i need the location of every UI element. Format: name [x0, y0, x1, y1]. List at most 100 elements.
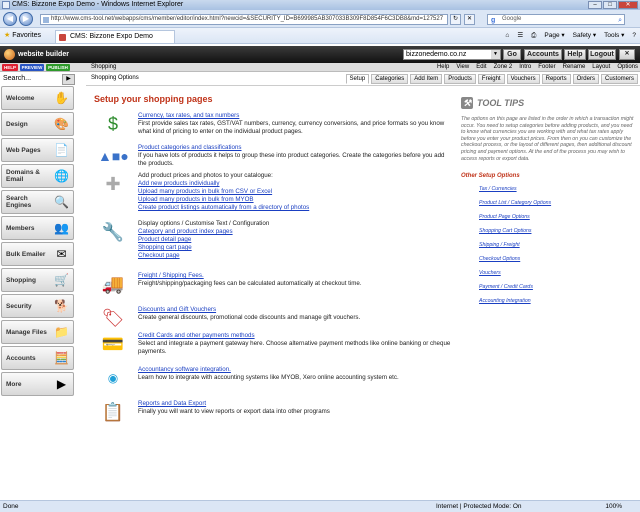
url-field[interactable]: http://www.cms-tool.net/webapps/cms/memb… — [40, 14, 448, 25]
tools-menu[interactable]: Tools ▾ — [604, 31, 624, 41]
credit-card-icon: 💳 — [101, 334, 125, 354]
sidebar-item-web-pages[interactable]: Web Pages 📄 — [1, 138, 74, 162]
browser-tab[interactable]: CMS: Bizzone Expo Demo — [55, 30, 175, 43]
tab-orders[interactable]: Orders — [572, 74, 599, 84]
close-icon[interactable]: ✕ — [618, 1, 638, 9]
sidebar-item-label: Accounts — [6, 354, 36, 362]
sidebar-item-security[interactable]: Security 🐕 — [1, 294, 74, 318]
sidebar-item-manage-files[interactable]: Manage Files 📁 — [1, 320, 74, 344]
add-products-link[interactable]: Add new products individually — [138, 180, 454, 188]
freight-link[interactable]: Freight / Shipping Fees. — [138, 272, 454, 280]
menu-zone2[interactable]: Zone 2 — [494, 63, 513, 72]
tab-setup[interactable]: Setup — [345, 74, 370, 84]
sidebar-item-shopping[interactable]: Shopping 🛒 — [1, 268, 74, 292]
sidebar-item-more[interactable]: More ▶ — [1, 372, 74, 396]
detail-page-link[interactable]: Product detail page — [138, 236, 454, 244]
sidebar-item-label: Manage Files — [6, 328, 47, 336]
menu-help[interactable]: Help — [437, 63, 449, 72]
checkout-page-link[interactable]: Checkout page — [138, 252, 454, 260]
feeds-icon[interactable]: ☰ — [517, 31, 523, 41]
tab-vouchers[interactable]: Vouchers — [506, 74, 540, 84]
option-link-tax[interactable]: Tax / Currencies — [479, 185, 629, 199]
ie-toolbar: ⌂ ☰ ⎙ Page ▾ Safety ▾ Tools ▾ ? — [505, 31, 636, 41]
menu-intro[interactable]: Intro — [519, 63, 531, 72]
option-link-payment[interactable]: Payment / Credit Cards — [479, 283, 629, 297]
option-link-accounting[interactable]: Accounting Integration — [479, 297, 629, 311]
categories-text: If you have lots of products it helps to… — [138, 152, 445, 167]
accounting-link[interactable]: Accountancy software integration. — [138, 366, 454, 374]
chevron-down-icon: ▼ — [491, 50, 500, 59]
sidebar-item-bulk-emailer[interactable]: Bulk Emailer ✉ — [1, 242, 74, 266]
minimize-icon[interactable]: – — [588, 1, 602, 9]
menu-view[interactable]: View — [456, 63, 469, 72]
option-link-shipping[interactable]: Shipping / Freight — [479, 241, 629, 255]
favorites-button[interactable]: ★ Favorites — [4, 31, 41, 41]
tab-reports[interactable]: Reports — [541, 74, 571, 84]
accounts-button[interactable]: Accounts — [524, 49, 562, 60]
sidebar-item-search-engines[interactable]: Search Engines 🔍 — [1, 190, 74, 214]
photo-listings-link[interactable]: Create product listings automatically fr… — [138, 204, 454, 212]
publish-mode-button[interactable]: PUBLISH — [46, 64, 70, 71]
go-button[interactable]: Go — [503, 49, 521, 60]
currency-link[interactable]: Currency, tax rates, and tax numbers — [138, 112, 454, 120]
discounts-text: Create general discounts, promotional co… — [138, 314, 361, 321]
cart-page-link[interactable]: Shopping cart page — [138, 244, 454, 252]
app-header: website builder bizzonedemo.co.nz ▼ Go A… — [0, 46, 640, 63]
stop-icon[interactable]: ✕ — [464, 14, 475, 25]
tab-categories[interactable]: Categories — [371, 74, 409, 84]
sidebar-search-input[interactable]: Search... — [3, 75, 31, 82]
search-go-icon[interactable]: ▶ — [62, 74, 75, 85]
print-icon[interactable]: ⎙ — [531, 31, 536, 41]
upload-csv-link[interactable]: Upload many products in bulk from CSV or… — [138, 188, 454, 196]
menu-edit[interactable]: Edit — [476, 63, 486, 72]
refresh-icon[interactable]: ↻ — [450, 14, 461, 25]
tab-add-item[interactable]: Add Item — [410, 74, 443, 84]
maximize-icon[interactable]: □ — [603, 1, 617, 9]
tab-customers[interactable]: Customers — [600, 74, 638, 84]
categories-link[interactable]: Product categories and classifications — [138, 144, 454, 152]
option-link-product-page[interactable]: Product Page Options — [479, 213, 629, 227]
safety-menu[interactable]: Safety ▾ — [573, 31, 597, 41]
discounts-link[interactable]: Discounts and Gift Vouchers — [138, 306, 454, 314]
preview-mode-button[interactable]: PREVIEW — [20, 64, 44, 71]
page-menu[interactable]: Page ▾ — [544, 31, 564, 41]
option-link-checkout[interactable]: Checkout Options — [479, 255, 629, 269]
calculator-icon: 🧮 — [54, 351, 69, 365]
upload-myob-link[interactable]: Upload many products in bulk from MYOB — [138, 196, 454, 204]
reports-link[interactable]: Reports and Data Export — [138, 400, 454, 408]
domain-select[interactable]: bizzonedemo.co.nz ▼ — [403, 49, 501, 60]
tab-freight[interactable]: Freight — [477, 74, 505, 84]
menu-rename[interactable]: Rename — [563, 63, 586, 72]
status-bar: Done Internet | Protected Mode: On 100% — [0, 500, 640, 512]
forward-icon[interactable]: ▶ — [19, 12, 33, 26]
menu-options[interactable]: Options — [617, 63, 638, 72]
tab-favicon — [59, 34, 66, 41]
search-input[interactable]: g Google ⌕ — [487, 14, 625, 25]
home-icon[interactable]: ⌂ — [505, 31, 509, 41]
menu-footer[interactable]: Footer — [538, 63, 555, 72]
index-pages-link[interactable]: Category and product index pages — [138, 228, 454, 236]
help-mode-button[interactable]: HELP — [2, 64, 18, 71]
menu-layout[interactable]: Layout — [592, 63, 610, 72]
option-link-category[interactable]: Product List / Category Options — [479, 199, 629, 213]
page-icon — [43, 17, 49, 23]
sub-nav: Shopping Options Setup Categories Add It… — [86, 73, 640, 86]
sidebar-item-members[interactable]: Members 👥 — [1, 216, 74, 240]
back-icon[interactable]: ◀ — [3, 12, 17, 26]
sidebar-item-accounts[interactable]: Accounts 🧮 — [1, 346, 74, 370]
tab-products[interactable]: Products — [444, 74, 476, 84]
option-link-vouchers[interactable]: Vouchers — [479, 269, 629, 283]
magnifier-icon: 🔍 — [54, 195, 69, 209]
help-button[interactable]: Help — [564, 49, 586, 60]
sidebar-item-welcome[interactable]: Welcome ✋ — [1, 86, 74, 110]
sub-crumb: Shopping Options — [91, 75, 139, 81]
help-icon[interactable]: ? — [632, 31, 636, 41]
sidebar-item-design[interactable]: Design 🎨 — [1, 112, 74, 136]
search-icon[interactable]: ⌕ — [618, 16, 622, 25]
option-link-cart[interactable]: Shopping Cart Options — [479, 227, 629, 241]
sidebar-item-domains[interactable]: Domains & Email 🌐 — [1, 164, 74, 188]
close-icon[interactable]: ✕ — [619, 49, 635, 60]
payments-link[interactable]: Credit Cards and other payments methods — [138, 332, 454, 340]
logout-button[interactable]: Logout — [588, 49, 616, 60]
zoom-level[interactable]: 100% — [605, 501, 622, 512]
